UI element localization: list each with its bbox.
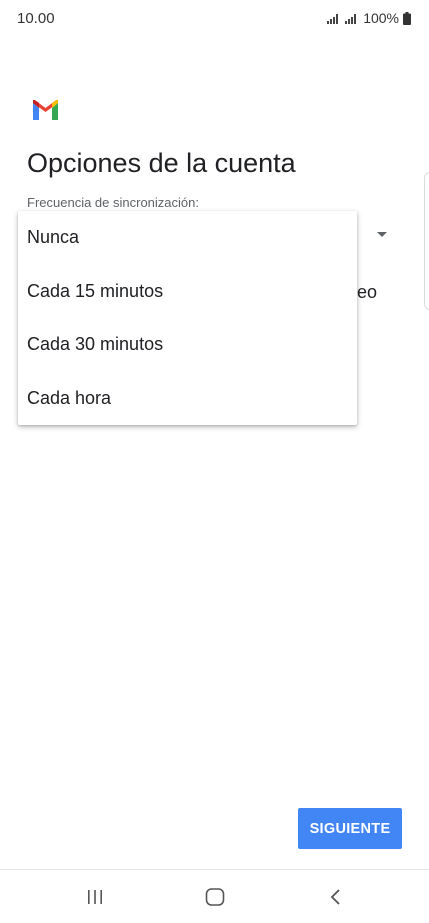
back-button[interactable]: [321, 884, 351, 910]
sync-frequency-label: Frecuencia de sincronización:: [27, 195, 199, 210]
home-button[interactable]: [200, 884, 230, 910]
recents-button[interactable]: [80, 884, 110, 910]
next-button[interactable]: SIGUIENTE: [298, 808, 402, 849]
dropdown-arrow-icon[interactable]: [377, 232, 387, 237]
recents-icon: [88, 890, 102, 904]
signal-bars-icon: [345, 14, 357, 24]
option-every-15-minutes[interactable]: Cada 15 minutos: [18, 265, 357, 319]
option-every-hour[interactable]: Cada hora: [18, 372, 357, 426]
status-time: 10.00: [17, 10, 55, 27]
option-every-30-minutes[interactable]: Cada 30 minutos: [18, 318, 357, 372]
status-bar: 10.00 100%: [0, 0, 429, 36]
battery-icon: [403, 11, 411, 25]
back-icon: [330, 889, 340, 905]
navigation-bar: [0, 869, 429, 923]
edge-panel-handle[interactable]: [424, 172, 429, 310]
partial-obscured-text: eo: [357, 282, 378, 302]
option-never[interactable]: Nunca: [18, 211, 357, 265]
page-title: Opciones de la cuenta: [27, 148, 296, 178]
signal-bars-icon: [327, 14, 339, 24]
status-indicators: 100%: [327, 10, 411, 26]
sync-frequency-dropdown: Nunca Cada 15 minutos Cada 30 minutos Ca…: [18, 211, 357, 425]
home-icon: [205, 888, 225, 906]
gmail-logo-icon: [33, 100, 58, 120]
battery-percent: 100%: [363, 10, 399, 26]
